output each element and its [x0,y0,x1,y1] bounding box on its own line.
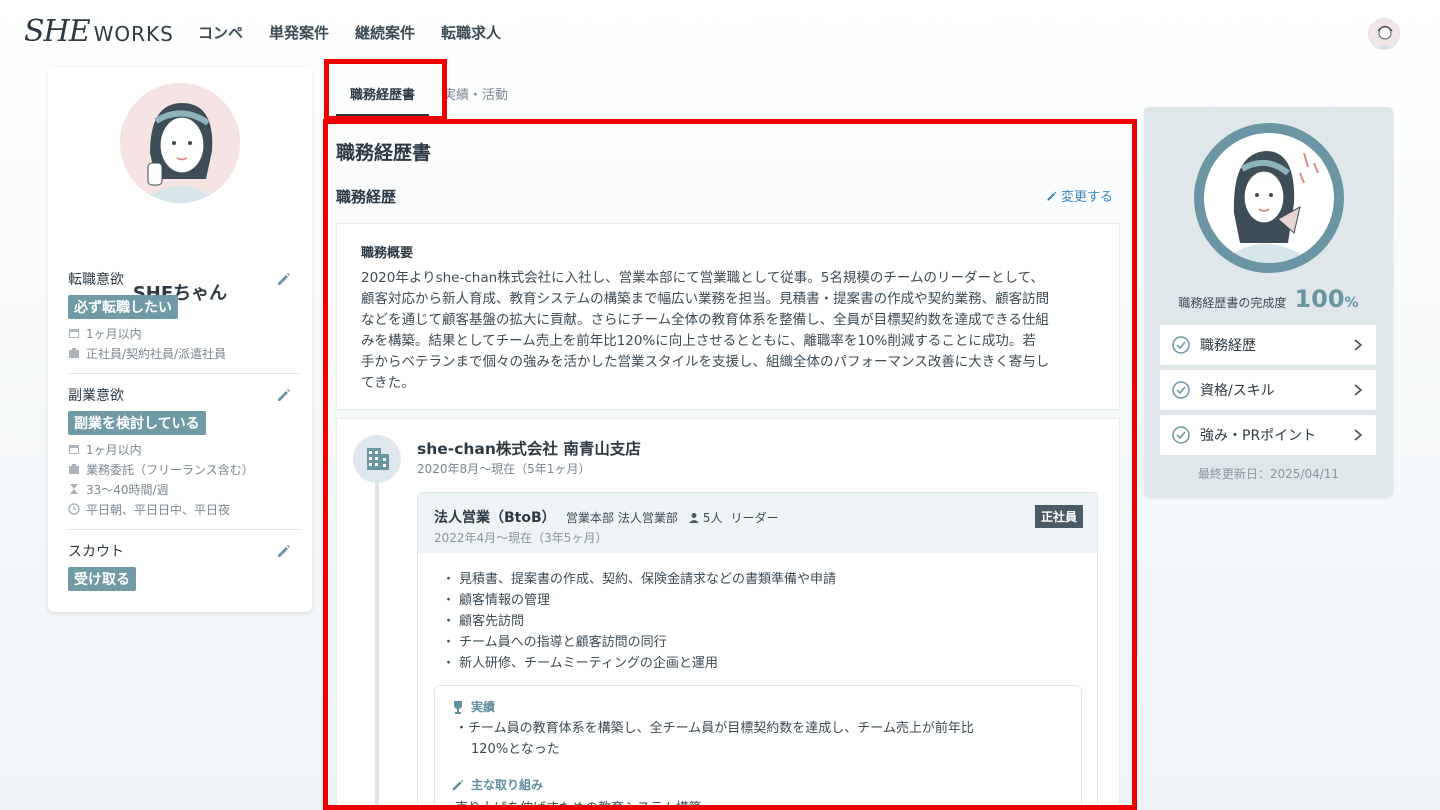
check-circle-icon [1172,426,1190,444]
side-job-hours-text: 33〜40時間/週 [86,482,169,497]
check-circle-icon [1172,381,1190,399]
side-job-timing-text: 1ヶ月以内 [86,442,142,457]
job-change-timing-text: 1ヶ月以内 [86,326,142,341]
chevron-right-icon [1354,429,1363,441]
side-job-section: 副業意欲 副業を検討している 1ヶ月以内 業務委託（フリーランス含む） 33〜4… [68,385,300,519]
completion-label: 職務経歴書の完成度 [1178,296,1287,310]
side-job-contract-text: 業務委託（フリーランス含む） [86,462,254,477]
nav-single-project[interactable]: 単発案件 [269,22,329,43]
clock-icon [68,503,80,515]
side-job-contract: 業務委託（フリーランス含む） [68,459,300,479]
chevron-right-icon [1354,384,1363,396]
completion-value: 100 [1294,285,1345,313]
scout-section: スカウト 受け取る [68,541,300,591]
logo-works: WORKS [93,22,174,46]
job-change-title: 転職意欲 [68,272,124,288]
job-change-timing: 1ヶ月以内 [68,323,300,343]
completion-avatar [1194,123,1344,273]
hourglass-icon [70,484,78,494]
job-change-badge: 必ず転職したい [68,295,178,319]
divider [68,373,300,374]
scout-badge: 受け取る [68,567,136,591]
divider [68,529,300,530]
briefcase-icon [69,464,79,474]
completion-item-skills[interactable]: 資格/スキル [1160,370,1376,410]
side-job-badge: 副業を検討している [68,411,206,435]
completion-item-career[interactable]: 職務経歴 [1160,325,1376,365]
nav-continuous-project[interactable]: 継続案件 [355,22,415,43]
job-change-section: 転職意欲 必ず転職したい 1ヶ月以内 正社員/契約社員/派遣社員 [68,269,300,363]
completion-item-strengths[interactable]: 強み・PRポイント [1160,415,1376,455]
job-change-employment-text: 正社員/契約社員/派遣社員 [86,346,227,361]
header: SHE WORKS コンペ 単発案件 継続案件 転職求人 [0,0,1440,66]
highlight-main [323,119,1137,810]
calendar-icon [69,445,79,454]
edit-scout-icon[interactable] [276,543,292,559]
side-job-hours: 33〜40時間/週 [68,479,300,499]
briefcase-icon [69,348,79,358]
nav-compe[interactable]: コンペ [198,22,243,43]
edit-side-job-icon[interactable] [276,387,292,403]
check-circle-icon [1172,336,1190,354]
calendar-icon [69,329,79,338]
completion-unit: % [1344,295,1359,311]
user-avatar[interactable] [1368,18,1400,50]
nav-job-offers[interactable]: 転職求人 [441,22,501,43]
logo[interactable]: SHE WORKS [24,14,174,54]
last-updated: 最終更新日：2025/04/11 [1197,467,1340,481]
side-job-title: 副業意欲 [68,388,124,404]
highlight-tab [324,59,447,121]
edit-job-change-icon[interactable] [276,271,292,287]
completion-item-label: 資格/スキル [1200,383,1275,399]
chevron-right-icon [1354,339,1363,351]
job-change-employment: 正社員/契約社員/派遣社員 [68,343,300,363]
completion-item-label: 強み・PRポイント [1200,428,1317,444]
side-job-time: 平日朝、平日日中、平日夜 [68,499,300,519]
scout-title: スカウト [68,544,124,560]
logo-she: SHE [24,14,91,49]
side-job-time-text: 平日朝、平日日中、平日夜 [86,502,231,517]
profile-card: SHEちゃん 転職意欲 必ず転職したい 1ヶ月以内 正社員/契約社員/派遣社員 … [48,67,312,612]
completion-card: 職務経歴書の完成度 100 % 職務経歴 資格/スキル 強み・PRポイント 最終… [1144,107,1393,497]
completion-item-label: 職務経歴 [1200,338,1256,354]
side-job-timing: 1ヶ月以内 [68,439,300,459]
main-nav: コンペ 単発案件 継続案件 転職求人 [198,22,527,43]
profile-avatar [120,83,240,203]
completion-rate: 職務経歴書の完成度 100 % [1144,285,1393,313]
